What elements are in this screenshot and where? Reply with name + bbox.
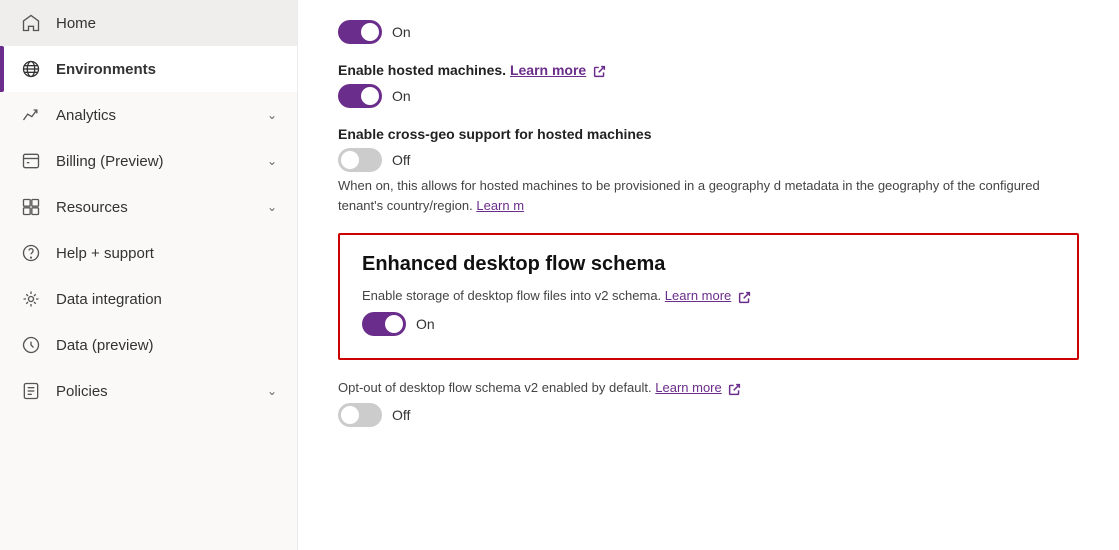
sidebar-item-home[interactable]: Home — [0, 0, 297, 46]
enhanced-schema-toggle-track[interactable] — [362, 312, 406, 336]
sidebar-label-help: Help + support — [56, 245, 277, 262]
sidebar-label-analytics: Analytics — [56, 107, 253, 124]
sidebar-label-policies: Policies — [56, 383, 253, 400]
opt-out-toggle[interactable] — [338, 403, 382, 427]
analytics-chevron-icon: ⌄ — [267, 108, 277, 122]
cross-geo-learn-more[interactable]: Learn m — [476, 198, 524, 213]
sidebar-label-environments: Environments — [56, 61, 277, 78]
enhanced-schema-external-icon — [738, 290, 751, 303]
data-integration-icon — [20, 288, 42, 310]
setting-block-opt-out: Opt-out of desktop flow schema v2 enable… — [338, 378, 1079, 428]
data-preview-icon — [20, 334, 42, 356]
enhanced-schema-toggle-row: On — [362, 312, 1055, 336]
hosted-machines-toggle[interactable] — [338, 84, 382, 108]
billing-icon — [20, 150, 42, 172]
enhanced-schema-heading: Enhanced desktop flow schema — [362, 253, 1055, 276]
sidebar-item-policies[interactable]: Policies ⌄ — [0, 368, 297, 414]
cross-geo-toggle-row: Off — [338, 148, 1079, 172]
hosted-machines-toggle-track[interactable] — [338, 84, 382, 108]
enhanced-schema-toggle-thumb — [385, 315, 403, 333]
hosted-machines-toggle-row: On — [338, 84, 1079, 108]
top-toggle[interactable] — [338, 20, 382, 44]
top-toggle-thumb — [361, 23, 379, 41]
sidebar-item-environments[interactable]: Environments — [0, 46, 297, 92]
hosted-machines-external-icon — [593, 65, 606, 78]
chart-icon — [20, 104, 42, 126]
sidebar-item-analytics[interactable]: Analytics ⌄ — [0, 92, 297, 138]
setting-block-top-toggle: On — [338, 20, 1079, 44]
opt-out-toggle-thumb — [341, 406, 359, 424]
opt-out-toggle-row: Off — [338, 403, 1079, 427]
sidebar-label-home: Home — [56, 15, 277, 32]
sidebar: Home Environments Analytics ⌄ Billing (P… — [0, 0, 298, 550]
help-icon — [20, 242, 42, 264]
setting-block-cross-geo: Enable cross-geo support for hosted mach… — [338, 126, 1079, 215]
sidebar-label-data-preview: Data (preview) — [56, 337, 277, 354]
enhanced-schema-toggle[interactable] — [362, 312, 406, 336]
sidebar-item-data-preview[interactable]: Data (preview) — [0, 322, 297, 368]
opt-out-external-icon — [728, 382, 741, 395]
main-content: On Enable hosted machines. Learn more On… — [298, 0, 1119, 550]
enhanced-schema-learn-more[interactable]: Learn more — [665, 288, 731, 303]
billing-chevron-icon: ⌄ — [267, 154, 277, 168]
sidebar-label-data-integration: Data integration — [56, 291, 277, 308]
sidebar-item-billing[interactable]: Billing (Preview) ⌄ — [0, 138, 297, 184]
enhanced-schema-description: Enable storage of desktop flow files int… — [362, 286, 1055, 306]
cross-geo-toggle[interactable] — [338, 148, 382, 172]
policies-chevron-icon: ⌄ — [267, 384, 277, 398]
cross-geo-toggle-track[interactable] — [338, 148, 382, 172]
opt-out-toggle-track[interactable] — [338, 403, 382, 427]
sidebar-label-resources: Resources — [56, 199, 253, 216]
resources-icon — [20, 196, 42, 218]
hosted-machines-toggle-label: On — [392, 88, 411, 104]
policies-icon — [20, 380, 42, 402]
sidebar-item-resources[interactable]: Resources ⌄ — [0, 184, 297, 230]
hosted-machines-learn-more[interactable]: Learn more — [510, 62, 586, 78]
resources-chevron-icon: ⌄ — [267, 200, 277, 214]
cross-geo-title: Enable cross-geo support for hosted mach… — [338, 126, 1079, 142]
sidebar-item-data-integration[interactable]: Data integration — [0, 276, 297, 322]
cross-geo-toggle-thumb — [341, 151, 359, 169]
home-icon — [20, 12, 42, 34]
sidebar-label-billing: Billing (Preview) — [56, 153, 253, 170]
opt-out-description: Opt-out of desktop flow schema v2 enable… — [338, 378, 1058, 398]
globe-icon — [20, 58, 42, 80]
top-toggle-row: On — [338, 20, 1079, 44]
hosted-machines-toggle-thumb — [361, 87, 379, 105]
opt-out-learn-more[interactable]: Learn more — [655, 380, 721, 395]
enhanced-schema-toggle-label: On — [416, 316, 435, 332]
cross-geo-toggle-label: Off — [392, 152, 410, 168]
setting-block-hosted-machines: Enable hosted machines. Learn more On — [338, 62, 1079, 108]
sidebar-item-help[interactable]: Help + support — [0, 230, 297, 276]
enhanced-schema-section: Enhanced desktop flow schema Enable stor… — [338, 233, 1079, 360]
cross-geo-description: When on, this allows for hosted machines… — [338, 176, 1058, 215]
opt-out-toggle-label: Off — [392, 407, 410, 423]
hosted-machines-title: Enable hosted machines. Learn more — [338, 62, 1079, 78]
top-toggle-label: On — [392, 24, 411, 40]
top-toggle-track[interactable] — [338, 20, 382, 44]
